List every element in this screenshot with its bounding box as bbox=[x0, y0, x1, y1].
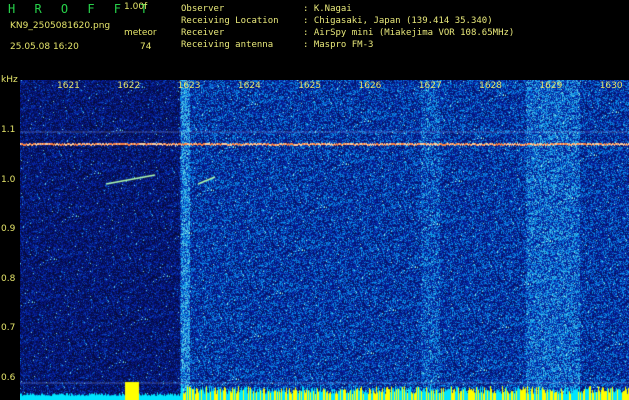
freq-tick-label: 0.6 bbox=[1, 373, 16, 383]
meteor-label: meteor bbox=[124, 28, 157, 38]
freq-tick-label: 1.1 bbox=[1, 125, 16, 135]
time-tick-label: 1624 bbox=[237, 81, 261, 91]
time-tick-label: 1630 bbox=[599, 81, 623, 91]
observer-label: Observer bbox=[181, 4, 225, 14]
freq-tick-label: 0.9 bbox=[1, 224, 16, 234]
time-tick-label: 1629 bbox=[539, 81, 563, 91]
file-name: KN9_2505081620.png bbox=[10, 21, 111, 31]
spectrogram-canvas bbox=[20, 80, 629, 400]
freq-tick-label: 0.7 bbox=[1, 323, 16, 333]
freq-tick-label: 0.8 bbox=[1, 274, 16, 284]
time-tick-label: 1626 bbox=[358, 81, 382, 91]
receiver-label: Receiver bbox=[181, 28, 225, 38]
time-tick-label: 1623 bbox=[177, 81, 201, 91]
app-version: 1.00f bbox=[124, 2, 148, 12]
receiver-value: : AirSpy mini (Miakejima VOR 108.65MHz) bbox=[303, 28, 515, 38]
meteor-count: 74 bbox=[140, 42, 152, 52]
freq-tick-label: 1.0 bbox=[1, 175, 16, 185]
time-tick-label: 1627 bbox=[418, 81, 442, 91]
time-tick-label: 1625 bbox=[298, 81, 322, 91]
observer-value: : K.Nagai bbox=[303, 4, 352, 14]
header-panel: H R O F F T 1.00f KN9_2505081620.png met… bbox=[0, 0, 629, 78]
time-tick-label: 1628 bbox=[479, 81, 502, 91]
location-label: Receiving Location bbox=[181, 16, 279, 26]
antenna-label: Receiving antenna bbox=[181, 40, 274, 50]
antenna-value: : Maspro FM-3 bbox=[303, 40, 374, 50]
time-tick-label: 1622 bbox=[117, 81, 141, 91]
frequency-unit-label: kHz bbox=[1, 75, 18, 85]
timestamp: 25.05.08 16:20 bbox=[10, 42, 79, 52]
location-value: : Chigasaki, Japan (139.414 35.340) bbox=[303, 16, 493, 26]
time-tick-label: 1621 bbox=[57, 81, 80, 91]
